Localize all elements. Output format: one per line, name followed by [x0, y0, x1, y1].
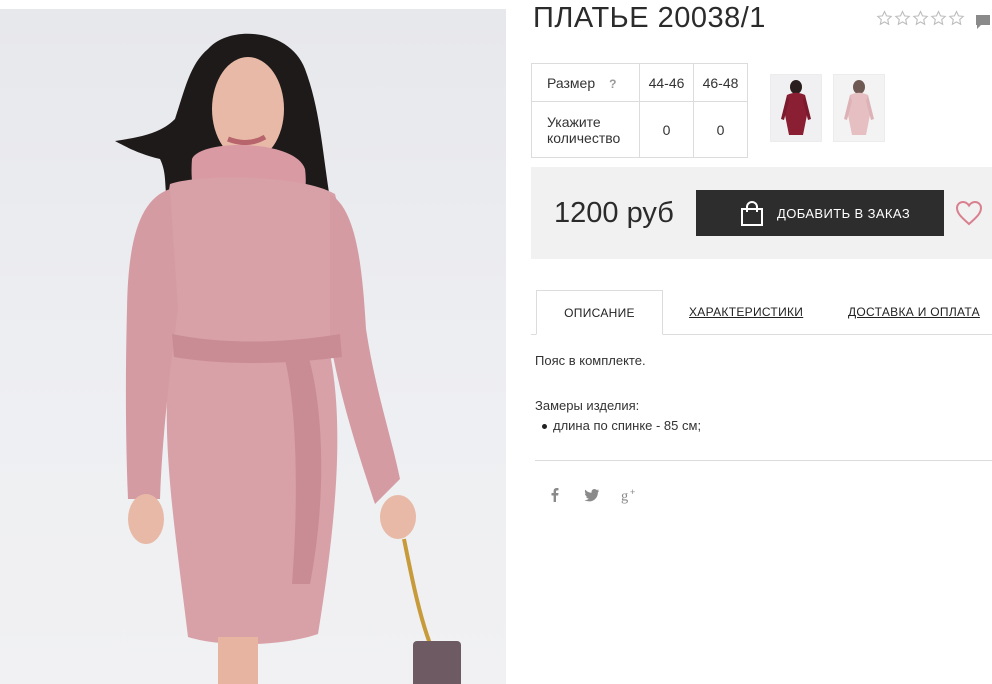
star-icon[interactable] [912, 10, 929, 27]
star-icon[interactable] [876, 10, 893, 27]
measurements-title: Замеры изделия: [535, 398, 640, 413]
quantity-label-line: количество [547, 129, 621, 146]
rating-stars[interactable] [876, 10, 965, 27]
size-option[interactable]: 46-48 [693, 63, 748, 102]
measurements-list: длина по спинке - 85 см; [535, 418, 701, 434]
tab-characteristics[interactable]: ХАРАКТЕРИСТИКИ [689, 290, 803, 334]
tab-description[interactable]: ОПИСАНИЕ [536, 290, 663, 335]
add-to-order-button[interactable]: ДОБАВИТЬ В ЗАКАЗ [696, 190, 944, 236]
size-label: Размер [547, 74, 596, 91]
svg-text:+: + [630, 487, 635, 497]
burgundy-dress-thumbnail [771, 75, 821, 141]
list-item: длина по спинке - 85 см; [541, 418, 702, 433]
quantity-label-line: Укажите [547, 113, 601, 130]
product-main-photo[interactable] [0, 9, 506, 684]
product-tabs: ОПИСАНИЕ ХАРАКТЕРИСТИКИ ДОСТАВКА И ОПЛАТ… [531, 290, 992, 335]
purchase-box: 1200 руб ДОБАВИТЬ В ЗАКАЗ [531, 167, 992, 259]
size-help-icon[interactable]: ? [609, 77, 616, 91]
shopping-bag-icon [741, 201, 763, 226]
add-to-order-label: ДОБАВИТЬ В ЗАКАЗ [777, 206, 911, 221]
thumbnail-pink-dress[interactable] [833, 74, 885, 142]
size-quantity-table: Размер? 44-46 46-48 Укажите количество 0… [531, 63, 748, 158]
pink-dress-thumbnail [834, 75, 884, 141]
model-in-pink-dress-image [115, 33, 461, 684]
star-icon[interactable] [894, 10, 911, 27]
quantity-label-cell: Укажите количество [531, 101, 640, 158]
size-option[interactable]: 44-46 [639, 63, 694, 102]
star-icon[interactable] [948, 10, 965, 27]
heart-icon[interactable] [955, 200, 983, 226]
product-title: ПЛАТЬЕ 20038/1 [533, 2, 766, 34]
quantity-input[interactable]: 0 [639, 101, 694, 158]
description-content: Пояс в комплекте. Замеры изделия: длина … [535, 353, 701, 434]
tab-delivery-payment[interactable]: ДОСТАВКА И ОПЛАТА [848, 290, 980, 334]
size-label-cell: Размер? [531, 63, 640, 102]
svg-text:g: g [621, 488, 628, 504]
star-icon[interactable] [930, 10, 947, 27]
quantity-input[interactable]: 0 [693, 101, 748, 158]
divider [535, 460, 992, 461]
description-text: Пояс в комплекте. [535, 353, 646, 368]
comment-icon[interactable] [974, 13, 992, 31]
twitter-icon[interactable] [583, 486, 601, 504]
facebook-icon[interactable] [546, 486, 564, 504]
google-plus-icon[interactable]: g + [621, 486, 639, 504]
thumbnail-burgundy-dress[interactable] [770, 74, 822, 142]
price: 1200 руб [554, 197, 674, 229]
